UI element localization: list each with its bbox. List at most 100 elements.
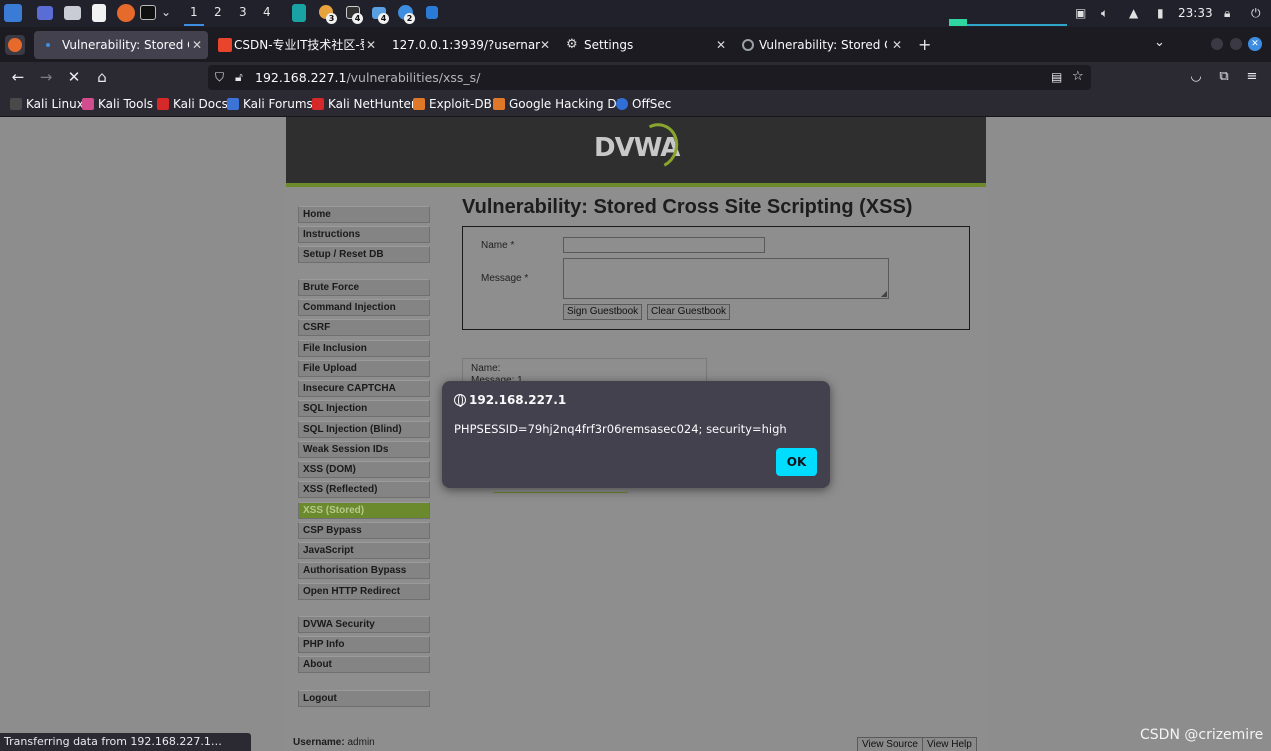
bookmark-kali-forums[interactable]: Kali Forums (227, 97, 313, 111)
menu-file-inclusion[interactable]: File Inclusion (298, 340, 430, 357)
reader-view-icon[interactable]: ▤ (1051, 70, 1062, 84)
close-tab-icon[interactable]: ✕ (366, 31, 376, 59)
menu-setup-reset-db[interactable]: Setup / Reset DB (298, 246, 430, 263)
menu-open-http-redirect[interactable]: Open HTTP Redirect (298, 583, 430, 600)
close-tab-icon[interactable]: ✕ (192, 31, 202, 59)
tab-csdn[interactable]: CSDN-专业IT技术社区-登 ✕ (210, 31, 382, 59)
vscode-icon[interactable] (426, 6, 438, 19)
tracking-shield-icon[interactable]: ⛉ (215, 70, 224, 85)
tab-vulnerability-stored[interactable]: Vulnerability: Stored Cros ✕ (34, 31, 208, 59)
close-tab-icon[interactable]: ✕ (716, 31, 726, 59)
bookmark-kali-nethunter[interactable]: Kali NetHunter (312, 97, 416, 111)
view-help-button[interactable]: View Help (922, 737, 977, 751)
menu-home[interactable]: Home (298, 206, 430, 223)
workspace-3[interactable]: 3 (239, 5, 247, 19)
bookmarks-toolbar: Kali Linux Kali Tools Kali Docs Kali For… (0, 92, 1271, 117)
menu-logout[interactable]: Logout (298, 690, 430, 707)
sign-guestbook-button[interactable]: Sign Guestbook (563, 304, 643, 320)
menu-php-info[interactable]: PHP Info (298, 636, 430, 653)
clear-guestbook-button[interactable]: Clear Guestbook (647, 304, 731, 320)
bookmark-google-hacking-db[interactable]: Google Hacking DB (493, 97, 625, 111)
tab-settings[interactable]: ⚙ Settings ✕ (558, 31, 732, 59)
bell-icon[interactable]: ▲ (1129, 6, 1138, 20)
minimize-icon[interactable] (1211, 38, 1223, 50)
menu-xss-stored[interactable]: XSS (Stored) (298, 502, 430, 519)
bookmark-star-icon[interactable]: ☆ (1072, 69, 1084, 84)
menu-insecure-captcha[interactable]: Insecure CAPTCHA (298, 380, 430, 397)
close-window-icon[interactable]: ✕ (1248, 37, 1262, 51)
bookmark-exploit-db[interactable]: Exploit-DB (413, 97, 492, 111)
tab-localhost[interactable]: 127.0.0.1:3939/?username=a ✕ (384, 31, 556, 59)
menu-xss-dom[interactable]: XSS (DOM) (298, 461, 430, 478)
text-editor-icon[interactable] (92, 4, 106, 22)
file-manager-icon[interactable] (64, 6, 81, 20)
firefox-view-icon[interactable] (5, 35, 25, 55)
workspace-4[interactable]: 4 (263, 5, 271, 19)
menu-brute-force[interactable]: Brute Force (298, 279, 430, 296)
message-textarea[interactable]: ◢ (563, 258, 889, 299)
os-taskbar: ⌄ 1 2 3 4 3 4 4 2 ▣ 🔈︎ ▲ ▮ 23:33 🔒︎ ⏻ (0, 0, 1271, 27)
guestbook-form: Name * Message * ◢ Sign Guestbook Clear … (462, 226, 970, 330)
volume-icon[interactable]: 🔈︎ (1101, 6, 1108, 21)
kali-menu-icon[interactable] (4, 4, 22, 22)
home-icon[interactable]: ⌂ (92, 67, 112, 87)
maximize-icon[interactable] (1230, 38, 1242, 50)
clock[interactable]: 23:33 (1178, 6, 1213, 20)
hamburger-menu-icon[interactable]: ≡ (1242, 67, 1262, 87)
chevron-down-icon[interactable]: ⌄ (161, 5, 171, 19)
dvwa-favicon-icon (42, 38, 56, 52)
pocket-icon[interactable]: ◡ (1186, 67, 1206, 87)
bookmark-kali-tools[interactable]: Kali Tools (82, 97, 153, 111)
back-icon[interactable]: ← (8, 67, 28, 87)
forward-icon[interactable]: → (36, 67, 56, 87)
lock-icon[interactable]: 🔒︎ (1224, 6, 1230, 21)
bookmark-offsec[interactable]: OffSec (616, 97, 671, 111)
watermark: CSDN @crizemire (1140, 727, 1264, 743)
battery-icon[interactable]: ▮ (1157, 6, 1164, 20)
menu-instructions[interactable]: Instructions (298, 226, 430, 243)
close-tab-icon[interactable]: ✕ (540, 31, 550, 59)
view-source-button[interactable]: View Source (857, 737, 923, 751)
menu-about[interactable]: About (298, 656, 430, 673)
menu-authorisation-bypass[interactable]: Authorisation Bypass (298, 562, 430, 579)
bookmark-kali-linux[interactable]: Kali Linux (10, 97, 84, 111)
menu-sql-injection[interactable]: SQL Injection (298, 400, 430, 417)
app-window-icon[interactable] (292, 4, 306, 22)
power-icon[interactable]: ⏻ (1251, 6, 1261, 21)
username-value: admin (347, 737, 375, 748)
firefox-icon[interactable] (117, 4, 135, 22)
new-tab-icon[interactable]: + (918, 35, 931, 54)
tab-vulnerability-stored-2[interactable]: Vulnerability: Stored Cros ✕ (734, 31, 908, 59)
menu-csrf[interactable]: CSRF (298, 319, 430, 336)
terminal-icon[interactable] (140, 5, 156, 20)
url-text[interactable]: 192.168.227.1/vulnerabilities/xss_s/ (255, 70, 480, 85)
url-bar[interactable]: ⛉ 🔓︎ 192.168.227.1/vulnerabilities/xss_s… (208, 65, 1091, 90)
bookmark-kali-docs[interactable]: Kali Docs (157, 97, 228, 111)
list-tabs-chevron-icon[interactable]: ⌄ (1154, 35, 1165, 50)
name-input[interactable] (563, 237, 765, 253)
tab-label: CSDN-专业IT技术社区-登 (234, 38, 364, 52)
user-info: Username: admin (293, 737, 375, 748)
close-tab-icon[interactable]: ✕ (892, 31, 902, 59)
menu-sql-injection-blind[interactable]: SQL Injection (Blind) (298, 421, 430, 438)
menu-weak-session-ids[interactable]: Weak Session IDs (298, 441, 430, 458)
alert-ok-button[interactable]: OK (776, 448, 817, 476)
extensions-icon[interactable]: ⧉ (1214, 67, 1234, 87)
menu-command-injection[interactable]: Command Injection (298, 299, 430, 316)
workspace-2[interactable]: 2 (214, 5, 222, 19)
screen-icon[interactable]: ▣ (1075, 6, 1086, 20)
menu-csp-bypass[interactable]: CSP Bypass (298, 522, 430, 539)
menu-javascript[interactable]: JavaScript (298, 542, 430, 559)
kali-forums-icon (227, 98, 239, 110)
stop-loading-icon[interactable]: ✕ (64, 67, 84, 87)
bookmark-label: Kali Linux (26, 97, 84, 111)
workspace-1[interactable]: 1 (184, 5, 204, 26)
bookmark-label: Exploit-DB (429, 97, 492, 111)
menu-xss-reflected[interactable]: XSS (Reflected) (298, 481, 430, 498)
desktop-icon[interactable] (37, 6, 53, 20)
resize-handle-icon[interactable]: ◢ (881, 289, 887, 298)
menu-dvwa-security[interactable]: DVWA Security (298, 616, 430, 633)
menu-file-upload[interactable]: File Upload (298, 360, 430, 377)
insecure-lock-icon[interactable]: 🔓︎ (235, 70, 243, 85)
bookmark-label: Kali Tools (98, 97, 154, 111)
